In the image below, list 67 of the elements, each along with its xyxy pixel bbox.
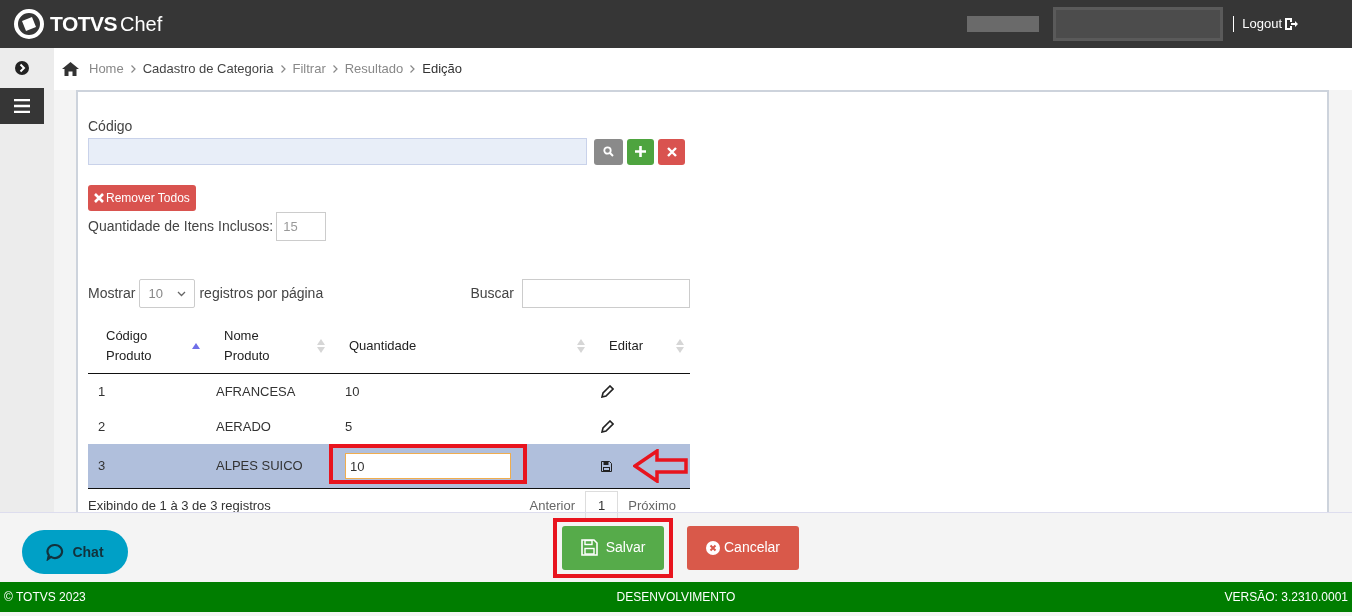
arrow-icon <box>633 449 689 483</box>
table-cell-text: ALPES SUICO <box>215 457 304 476</box>
pager-info: Exibindo de 1 à 3 de 3 registros <box>88 497 271 516</box>
code-input-field[interactable] <box>88 138 587 165</box>
copyright-text: © TOTVS 2023 <box>4 589 87 606</box>
table-cell-text: 1 <box>97 382 107 401</box>
close-icon <box>94 193 104 203</box>
breadcrumb-link[interactable]: Home <box>89 59 124 79</box>
logo-icon <box>14 9 44 39</box>
next-link[interactable]: Próximo <box>628 496 676 516</box>
column-header[interactable]: Quantidade <box>331 318 591 373</box>
exit-icon <box>1284 17 1298 31</box>
speech-bubble-icon <box>46 543 65 561</box>
pencil-icon[interactable] <box>601 385 614 398</box>
close-circle-icon <box>706 540 720 555</box>
table-row[interactable]: 3 ALPES SUICO 10 <box>88 444 690 489</box>
page-size-select[interactable]: 10 <box>139 279 196 308</box>
close-icon <box>666 146 677 157</box>
table-cell-text: 3 <box>97 457 107 476</box>
pencil-icon[interactable] <box>601 420 614 433</box>
previous-link[interactable]: Anterior <box>529 496 576 516</box>
table-cell-text: AFRANCESA <box>215 382 297 401</box>
cancel-button[interactable]: Cancelar <box>687 525 799 570</box>
chevron-circle-icon[interactable] <box>15 61 29 75</box>
show-label: Mostrar <box>88 284 136 303</box>
quantity-input-field[interactable]: 10 <box>345 453 511 479</box>
brand-name: TOTVS <box>50 11 117 38</box>
table-row[interactable]: 1 AFRANCESA 10 <box>88 374 690 409</box>
breadcrumb-link[interactable]: Resultado <box>344 59 404 79</box>
plus-icon <box>635 146 646 157</box>
table-row[interactable]: 2 AERADO 5 <box>88 409 690 444</box>
per-page-label: registros por página <box>199 284 324 303</box>
chat-button[interactable]: Chat <box>22 530 128 574</box>
code-label: Código <box>88 117 134 136</box>
home-icon[interactable] <box>62 62 79 76</box>
table-cell-text: 2 <box>97 417 107 436</box>
menu-button[interactable] <box>0 88 44 124</box>
search-icon <box>603 146 614 157</box>
column-header[interactable]: Código Produto <box>88 318 206 373</box>
table-cell-text: AERADO <box>215 417 272 436</box>
version-text: VERSÃO: 3.2310.0001 <box>1223 589 1348 606</box>
table-cell-text: 10 <box>345 382 360 401</box>
environment-label: DESENVOLVIMENTO <box>616 589 736 606</box>
save-icon <box>580 539 598 556</box>
remove-all-button[interactable]: Remover Todos <box>88 185 196 211</box>
page-link[interactable]: 1 <box>585 491 619 521</box>
clear-button[interactable] <box>658 138 685 165</box>
breadcrumb-link[interactable]: Cadastro de Categoria <box>142 59 274 79</box>
column-header[interactable]: Editar <box>591 318 690 373</box>
logout-button[interactable]: Logout <box>1242 14 1298 34</box>
column-header[interactable]: Nome Produto <box>206 318 331 373</box>
chevron-right-icon <box>410 65 416 73</box>
chevron-down-icon <box>177 290 187 297</box>
table-search-field[interactable] <box>522 279 690 308</box>
product-name: Chef <box>120 12 163 37</box>
save-icon[interactable] <box>601 460 612 472</box>
breadcrumb-link[interactable]: Edição <box>422 59 462 79</box>
menu-icon <box>14 99 30 113</box>
add-button[interactable] <box>627 138 654 165</box>
search-label: Buscar <box>470 284 514 303</box>
table-cell-text: 5 <box>345 417 353 436</box>
chevron-right-icon <box>280 65 286 73</box>
chevron-right-icon <box>332 65 338 73</box>
items-count-label: Quantidade de Itens Inclusos: <box>88 217 274 236</box>
chevron-right-icon <box>130 65 136 73</box>
search-button[interactable] <box>594 138 623 165</box>
breadcrumb-link[interactable]: Filtrar <box>292 59 326 79</box>
